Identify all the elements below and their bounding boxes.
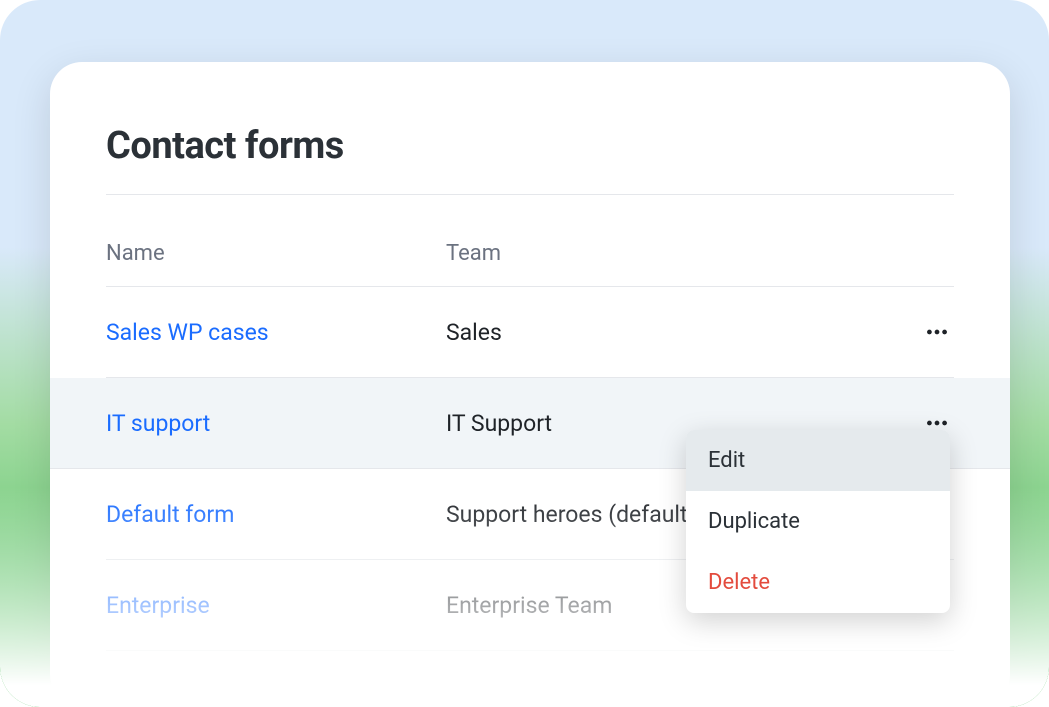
table-header: Name Team [106, 241, 954, 287]
form-name-link[interactable]: Enterprise [106, 592, 210, 619]
table-row: IT support IT Support Edit Duplicate Del… [50, 378, 1010, 469]
team-cell: Sales [446, 319, 502, 346]
more-horizontal-icon [924, 319, 950, 345]
menu-item-duplicate[interactable]: Duplicate [686, 491, 950, 552]
team-cell: Support heroes (default) [446, 501, 696, 528]
forms-table: Name Team Sales WP cases Sales [106, 241, 954, 651]
form-name-link[interactable]: Default form [106, 501, 234, 528]
more-actions-button[interactable] [920, 315, 954, 349]
menu-item-delete[interactable]: Delete [686, 552, 950, 613]
table-row: Sales WP cases Sales [106, 287, 954, 378]
column-header-name: Name [106, 241, 165, 266]
page-title: Contact forms [106, 124, 954, 168]
context-menu: Edit Duplicate Delete [686, 430, 950, 613]
form-name-link[interactable]: IT support [106, 410, 210, 437]
team-cell: Enterprise Team [446, 592, 612, 619]
title-divider [106, 194, 954, 195]
menu-item-edit[interactable]: Edit [686, 430, 950, 491]
content-card: Contact forms Name Team Sales WP cases S… [50, 62, 1010, 707]
column-header-team: Team [446, 241, 501, 266]
backdrop: Contact forms Name Team Sales WP cases S… [0, 0, 1049, 707]
form-name-link[interactable]: Sales WP cases [106, 319, 269, 346]
team-cell: IT Support [446, 410, 552, 437]
